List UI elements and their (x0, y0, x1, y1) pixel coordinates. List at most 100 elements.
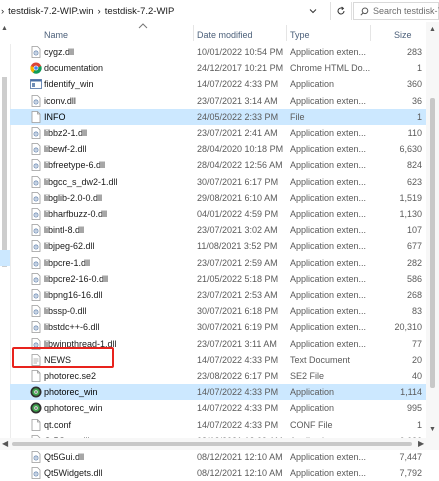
horizontal-scrollbar-thumb[interactable] (12, 442, 412, 446)
file-date-modified: 14/07/2022 4:33 PM (197, 403, 279, 414)
column-divider[interactable] (370, 25, 371, 41)
column-header-name-label: Name (44, 30, 69, 40)
breadcrumb-separator: › (97, 5, 101, 17)
file-name: photorec.se2 (44, 371, 97, 381)
file-size: 824 (406, 160, 422, 171)
file-row[interactable]: libintl-8.dll 23/07/2021 3:02 AM Applicati… (10, 222, 426, 238)
file-row[interactable]: libpcre-1.dll 23/07/2021 2:59 AM Applicati… (10, 255, 426, 271)
vertical-scrollbar-thumb[interactable] (430, 98, 435, 388)
dll-icon (30, 46, 42, 58)
chrome-icon (30, 62, 42, 74)
column-header-size-label: Size (394, 30, 412, 40)
breadcrumb-item-parent[interactable]: testdisk-7.2-WIP.win (8, 6, 93, 17)
dll-icon (30, 94, 42, 107)
nav-selected-item[interactable] (0, 250, 10, 266)
vertical-scrollbar[interactable]: ▲ ▼ (426, 22, 439, 438)
breadcrumb-item-current[interactable]: testdisk-7.2-WIP (105, 6, 175, 17)
file-size: 1 (416, 419, 422, 430)
file-row[interactable]: libpng16-16.dll 23/07/2021 2:53 AM Applica… (10, 287, 426, 303)
refresh-icon (337, 6, 345, 15)
address-dropdown-button[interactable] (306, 4, 320, 18)
address-bar: › testdisk-7.2-WIP.win › testdisk-7.2-WI… (0, 0, 439, 23)
scroll-down-icon[interactable]: ▼ (429, 426, 436, 433)
column-header-type[interactable]: Type (290, 22, 310, 44)
file-date-modified: 28/04/2022 12:56 AM (197, 160, 283, 171)
file-date-modified: 14/07/2022 4:33 PM (197, 419, 279, 430)
file-name: qphotorec_win (44, 403, 103, 414)
scroll-up-icon[interactable]: ▲ (429, 26, 436, 33)
file-name: NEWS (44, 354, 71, 365)
file-size: 360 (406, 79, 422, 90)
file-row[interactable]: INFO 24/05/2022 2:33 PM File 1 (10, 108, 426, 125)
file-row[interactable]: fidentify_win 14/07/2022 4:33 PM Applicati… (10, 76, 426, 92)
column-divider[interactable] (286, 25, 287, 41)
file-date-modified: 28/04/2020 10:18 PM (197, 144, 284, 155)
file-date-modified: 14/07/2022 4:33 PM (197, 354, 279, 365)
file-row[interactable]: libstdc++-6.dll 30/07/2021 6:19 PM Applica… (10, 319, 426, 335)
file-row[interactable]: documentation 24/12/2017 10:21 PM Chrome H… (10, 60, 426, 76)
column-divider[interactable] (193, 25, 194, 41)
file-date-modified: 23/07/2021 2:53 AM (197, 290, 278, 300)
file-type: Application exten... (290, 47, 367, 57)
file-row[interactable]: Qt5Gui.dll 08/12/2021 12:10 AM Application… (10, 449, 426, 465)
file-row[interactable]: libewf-2.dll 28/04/2020 10:18 PM Applicati… (10, 141, 426, 157)
chevron-down-icon (309, 9, 317, 14)
scroll-right-icon[interactable]: ▶ (418, 438, 424, 450)
file-size: 268 (406, 290, 422, 300)
file-row[interactable]: photorec_win 14/07/2022 4:33 PM Applicatio… (10, 384, 426, 401)
file-date-modified: 23/07/2021 2:59 AM (197, 257, 278, 268)
file-type: Application exten... (290, 273, 367, 284)
file-name: Qt5Gui.dll (44, 452, 85, 462)
file-row[interactable]: NEWS 14/07/2022 4:33 PM Text Document 20 (10, 352, 426, 368)
file-row[interactable]: libharfbuzz-0.dll 04/01/2022 4:59 PM Appli… (10, 206, 426, 222)
file-size: 586 (406, 273, 422, 284)
column-header-name[interactable]: Name (44, 22, 68, 44)
file-size: 1 (416, 63, 422, 74)
file-row[interactable]: photorec.se2 23/08/2022 6:17 PM SE2 File 40 (10, 368, 426, 384)
file-row[interactable]: libssp-0.dll 30/07/2021 6:18 PM Applicatio… (10, 303, 426, 319)
file-type: Application exten... (290, 209, 367, 219)
file-row[interactable]: qt.conf 14/07/2022 4:33 PM CONF File 1 (10, 417, 426, 433)
file-type: Application exten... (290, 95, 367, 106)
dll-icon (30, 321, 42, 334)
dll-icon (30, 159, 42, 172)
column-header-date[interactable]: Date modified (197, 22, 253, 44)
file-row[interactable]: libbz2-1.dll 23/07/2021 2:41 AM Applicatio… (10, 125, 426, 141)
file-row[interactable]: iconv.dll 23/07/2021 3:14 AM Application e… (10, 93, 426, 109)
column-header-size[interactable]: Size (394, 22, 412, 44)
horizontal-scrollbar[interactable]: ◀ ▶ (0, 438, 439, 450)
file-row[interactable]: Qt5Widgets.dll 08/12/2021 12:10 AM Applica… (10, 465, 426, 481)
file-date-modified: 24/12/2017 10:21 PM (197, 63, 284, 74)
refresh-button[interactable] (330, 2, 352, 20)
file-date-modified: 23/07/2021 2:41 AM (197, 128, 278, 138)
file-size: 7,447 (399, 452, 422, 462)
file-type: Chrome HTML Do... (290, 63, 370, 74)
file-row[interactable]: libpcre2-16-0.dll 21/05/2022 5:18 PM Appli… (10, 271, 426, 287)
search-input[interactable] (373, 6, 439, 16)
file-type: Application exten... (290, 322, 367, 333)
file-size: 20,310 (394, 322, 422, 333)
search-box[interactable] (353, 2, 439, 20)
nav-scroll-up-icon[interactable]: ▲ (1, 25, 8, 32)
file-row[interactable]: libgcc_s_dw2-1.dll 30/07/2021 6:17 PM Appl… (10, 174, 426, 190)
dll-icon (30, 451, 42, 463)
file-row[interactable]: libwinpthread-1.dll 23/07/2021 3:11 AM App… (10, 336, 426, 352)
file-date-modified: 23/07/2021 3:11 AM (197, 338, 277, 349)
file-row[interactable]: libglib-2.0-0.dll 29/08/2021 6:10 AM Appli… (10, 190, 426, 206)
column-header-type-label: Type (290, 30, 310, 40)
file-row[interactable]: qphotorec_win 14/07/2022 4:33 PM Applicati… (10, 400, 426, 416)
dll-icon (30, 191, 42, 204)
file-size: 1,130 (399, 209, 422, 219)
nav-scrollbar-thumb[interactable] (2, 77, 7, 267)
scroll-left-icon[interactable]: ◀ (2, 438, 8, 450)
file-size: 36 (411, 95, 422, 106)
file-type: Application exten... (290, 452, 367, 462)
file-row[interactable]: libfreetype-6.dll 28/04/2022 12:56 AM Appl… (10, 157, 426, 173)
file-date-modified: 08/12/2021 12:10 AM (197, 468, 283, 479)
file-name: libstdc++-6.dll (44, 322, 100, 333)
file-row[interactable]: libjpeg-62.dll 11/08/2021 3:52 PM Applicat… (10, 238, 426, 254)
file-type: Application exten... (290, 160, 367, 171)
dll-icon (30, 240, 42, 253)
file-size: 283 (406, 47, 422, 57)
file-row[interactable]: cygz.dll 10/01/2022 10:54 PM Application e… (10, 44, 426, 60)
